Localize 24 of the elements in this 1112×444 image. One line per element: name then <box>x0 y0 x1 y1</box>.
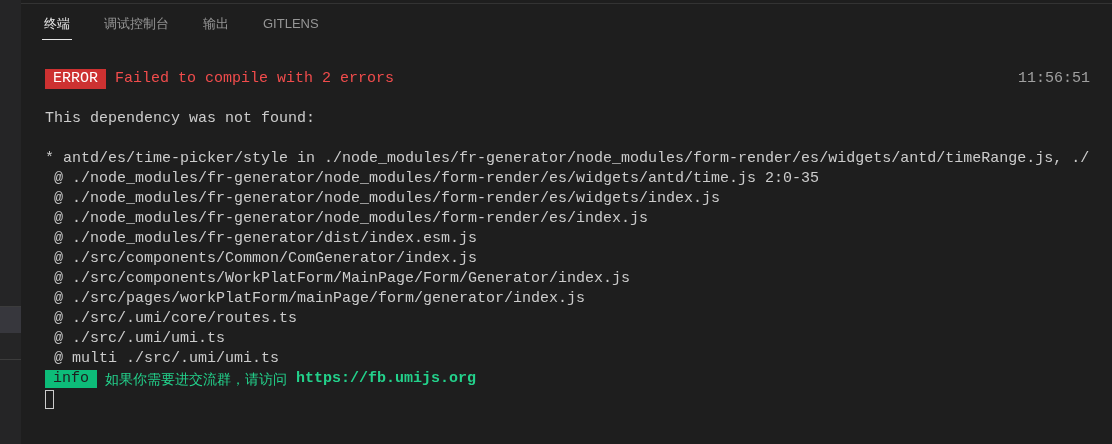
panel-tab[interactable]: 输出 <box>201 14 231 40</box>
link[interactable]: https://fb.umijs.org <box>296 369 477 389</box>
terminal-line: @ ./node_modules/fr-generator/dist/index.esm.js <box>53 230 478 247</box>
panel-tab[interactable]: 调试控制台 <box>102 14 171 40</box>
error-badge: ERROR <box>45 69 106 89</box>
terminal-line: @ multi ./src/.umi/umi.ts <box>53 350 280 367</box>
terminal-line: @ ./src/.umi/core/routes.ts <box>53 310 298 327</box>
terminal-line: @ ./src/components/Common/ComGenerator/index.js <box>53 250 478 267</box>
error-message: Failed to compile with 2 errors <box>115 69 395 89</box>
terminal-line: @ ./node_modules/fr-generator/node_modules/form-render/es/index.js <box>53 210 649 227</box>
panel-tab[interactable]: 终端 <box>42 14 72 40</box>
timestamp: 11:56:51 <box>1018 69 1090 89</box>
terminal-line: @ ./src/.umi/umi.ts <box>53 330 226 347</box>
terminal-line: @ ./src/pages/workPlatForm/mainPage/form/generator/index.js <box>53 290 586 307</box>
row-highlight <box>0 307 21 333</box>
terminal-line: @ ./node_modules/fr-generator/node_modules/form-render/es/widgets/antd/time.js 2:0-35 <box>53 170 820 187</box>
terminal-line: * antd/es/time-picker/style in ./node_modules/fr-generator/node_modules/form-render/es/widgets/antd/timeRange.js, ./ <box>45 150 1090 167</box>
info-message: 如果你需要进交流群，请访问 <box>105 370 287 389</box>
terminal-line: This dependency was not found: <box>45 110 316 127</box>
terminal-cursor <box>45 390 54 409</box>
terminal-line: @ ./src/components/WorkPlatForm/MainPage/Form/Generator/index.js <box>53 270 631 287</box>
info-badge: info <box>45 370 97 388</box>
panel-tab[interactable]: GITLENS <box>261 14 321 40</box>
terminal-line: @ ./node_modules/fr-generator/node_modules/form-render/es/widgets/index.js <box>53 190 721 207</box>
